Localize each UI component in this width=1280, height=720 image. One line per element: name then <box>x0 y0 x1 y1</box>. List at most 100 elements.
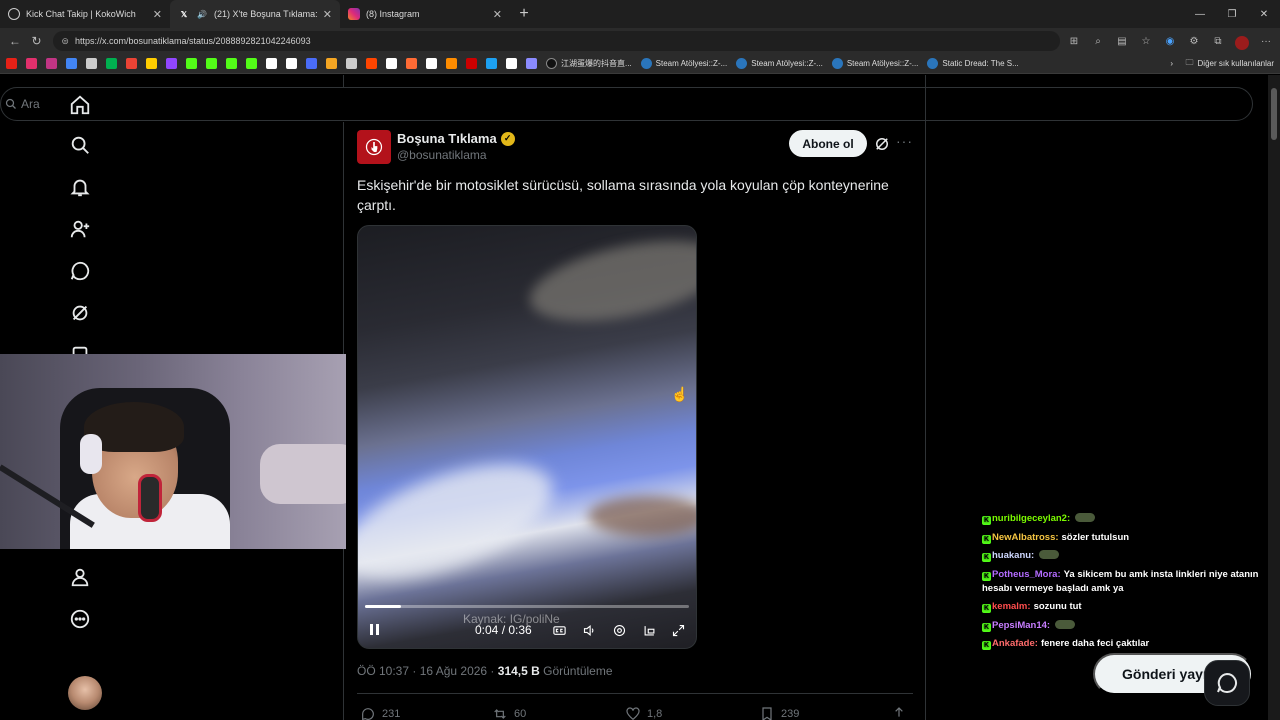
collections-icon[interactable]: ⧉ <box>1208 31 1228 51</box>
author-avatar[interactable] <box>357 130 391 164</box>
bookmark-favicon-icon[interactable] <box>286 58 297 69</box>
bookmark-favicon-icon[interactable] <box>326 58 337 69</box>
zoom-icon[interactable]: ⌕ <box>1088 31 1108 51</box>
picture-in-picture-icon[interactable] <box>640 621 658 639</box>
new-tab-button[interactable]: + <box>510 0 538 28</box>
chat-username: Ankafade: <box>992 638 1038 649</box>
share-button[interactable] <box>891 706 907 720</box>
bookmark-favicon-icon[interactable] <box>426 58 437 69</box>
webcam-microphone <box>138 474 162 522</box>
bookmark-favicon-icon[interactable] <box>266 58 277 69</box>
captions-icon[interactable] <box>550 621 568 639</box>
profile-avatar[interactable] <box>1232 31 1252 51</box>
nav-home-icon[interactable] <box>68 93 92 117</box>
bookmark-steam-2[interactable]: Steam Atölyesi::Z-... <box>736 58 823 69</box>
bookmark-favicon-icon[interactable] <box>106 58 117 69</box>
more-options-icon[interactable]: ··· <box>896 133 913 149</box>
bookmark-favicon-icon[interactable] <box>386 58 397 69</box>
url-field[interactable]: ⊜ https://x.com/bosunatiklama/status/208… <box>53 31 1060 51</box>
bookmark-icon <box>762 707 772 720</box>
bookmark-favicon-icon[interactable] <box>26 58 37 69</box>
bookmark-douyin[interactable]: 江湖蛋爆的抖音直... <box>546 58 632 69</box>
settings-gear-icon[interactable] <box>610 621 628 639</box>
bookmark-favicon-icon[interactable] <box>66 58 77 69</box>
messages-fab[interactable] <box>1204 660 1250 706</box>
extensions-icon[interactable]: ⚙ <box>1184 31 1204 51</box>
bookmark-static-dread[interactable]: Static Dread: The S... <box>927 58 1019 69</box>
chat-username: nuribilgeceylan2: <box>992 513 1071 524</box>
close-tab-icon[interactable]: ✕ <box>153 8 162 21</box>
bookmark-favicon-icon[interactable] <box>246 58 257 69</box>
search-bar[interactable]: Ara <box>0 87 1253 121</box>
apps-icon[interactable]: ⊞ <box>1064 31 1084 51</box>
nav-grok-icon[interactable] <box>68 301 92 325</box>
speaker-icon[interactable]: 🔊 <box>196 8 208 20</box>
bookmark-favicon-icon[interactable] <box>506 58 517 69</box>
fullscreen-icon[interactable] <box>669 621 687 639</box>
scrollbar-thumb[interactable] <box>1271 88 1277 140</box>
bookmark-steam-3[interactable]: Steam Atölyesi::Z-... <box>831 58 918 69</box>
close-tab-icon[interactable]: ✕ <box>493 8 502 21</box>
reply-button[interactable]: 231 <box>360 706 400 720</box>
close-window-icon[interactable]: ✕ <box>1248 0 1280 28</box>
video-time: 0:04 / 0:36 <box>475 623 532 637</box>
bookmark-favicon-icon[interactable] <box>466 58 477 69</box>
repost-button[interactable]: 60 <box>492 706 526 720</box>
back-icon[interactable]: ← <box>4 30 26 52</box>
bookmark-steam-1[interactable]: Steam Atölyesi::Z-... <box>640 58 727 69</box>
bookmark-favicon-icon[interactable] <box>146 58 157 69</box>
nav-more-icon[interactable] <box>68 607 92 631</box>
bookmark-favicon-icon[interactable] <box>486 58 497 69</box>
nav-follow-icon[interactable] <box>68 217 92 241</box>
nav-messages-icon[interactable] <box>68 259 92 283</box>
volume-icon[interactable] <box>580 621 598 639</box>
video-player[interactable]: ☝ Kaynak: IG/poliNe 0:04 / 0:36 <box>357 225 697 649</box>
reload-icon[interactable]: ↻ <box>26 30 48 52</box>
nav-explore-icon[interactable] <box>68 133 92 157</box>
extension-icon[interactable]: ◉ <box>1160 31 1180 51</box>
bookmark-favicon-icon[interactable] <box>406 58 417 69</box>
verified-badge-icon: ✓ <box>500 131 515 146</box>
video-progress-bar[interactable] <box>365 605 689 608</box>
follow-button[interactable]: Abone ol <box>789 130 867 157</box>
chat-text: sözler tutulsun <box>1061 531 1130 543</box>
like-button[interactable]: 1,8 <box>625 706 662 720</box>
tab-instagram[interactable]: (8) Instagram ✕ <box>340 0 510 28</box>
bookmark-favicon-icon[interactable] <box>126 58 137 69</box>
bookmark-favicon-icon[interactable] <box>366 58 377 69</box>
tab-kick-chat[interactable]: Kick Chat Takip | KokoWich ✕ <box>0 0 170 28</box>
restore-icon[interactable]: ❐ <box>1216 0 1248 28</box>
other-bookmarks[interactable]: › 🗀 Diğer sık kullanılanlar <box>1170 57 1274 71</box>
bookmark-favicon-icon[interactable] <box>446 58 457 69</box>
account-avatar[interactable] <box>68 676 102 710</box>
minimize-icon[interactable]: — <box>1184 0 1216 28</box>
author-name[interactable]: Boşuna Tıklama ✓ <box>397 131 515 146</box>
bookmark-favicon-icon[interactable] <box>346 58 357 69</box>
tab-x-tweet[interactable]: 𝕏 🔊 (21) X'te Boşuna Tıklama: "Esk ✕ <box>170 0 340 28</box>
bookmark-favicon-icon[interactable] <box>166 58 177 69</box>
nav-notifications-icon[interactable] <box>68 175 92 199</box>
bookmark-button[interactable]: 239 <box>759 706 799 720</box>
tweet-timestamp[interactable]: ÖÖ 10:37 · 16 Ağu 2026 · <box>357 664 498 678</box>
bookmark-favicon-icon[interactable] <box>226 58 237 69</box>
bookmark-favicon-icon[interactable] <box>86 58 97 69</box>
favorite-star-icon[interactable]: ☆ <box>1136 31 1156 51</box>
heart-icon <box>626 707 640 720</box>
reader-icon[interactable]: ▤ <box>1112 31 1132 51</box>
page-scrollbar[interactable] <box>1268 75 1280 720</box>
bookmark-favicon-icon[interactable] <box>306 58 317 69</box>
bookmark-favicon-icon[interactable] <box>206 58 217 69</box>
close-tab-icon[interactable]: ✕ <box>323 8 332 21</box>
site-info-icon[interactable]: ⊜ <box>61 36 69 47</box>
bookmark-favicon-icon[interactable] <box>46 58 57 69</box>
bookmark-favicon-icon[interactable] <box>526 58 537 69</box>
pause-icon[interactable] <box>370 624 382 636</box>
bookmark-favicon-icon[interactable] <box>6 58 17 69</box>
author-handle[interactable]: @bosunatiklama <box>397 148 487 162</box>
chat-message: Khuakanu: <box>982 549 1272 563</box>
x-page: Ara Boşuna Tıklama ✓ @bosunatiklama Abon… <box>0 75 1268 720</box>
nav-profile-icon[interactable] <box>68 565 92 589</box>
menu-icon[interactable]: ··· <box>1256 31 1276 51</box>
bookmark-favicon-icon[interactable] <box>186 58 197 69</box>
grok-icon[interactable] <box>873 135 891 153</box>
